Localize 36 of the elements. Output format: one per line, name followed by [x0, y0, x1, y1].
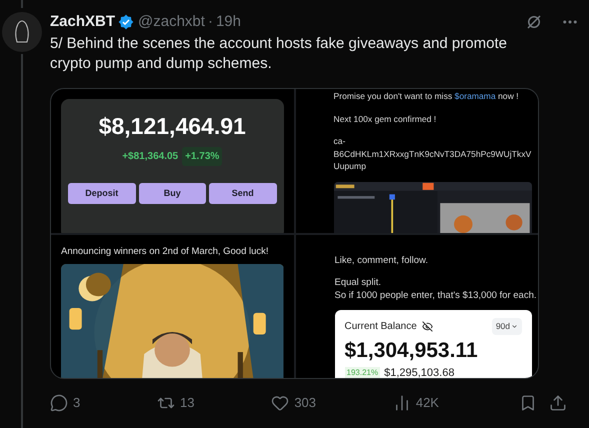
like-icon [271, 394, 290, 412]
post-text-line: ca- [334, 135, 346, 148]
repost-button[interactable]: 13 [157, 393, 195, 412]
reply-icon [50, 394, 68, 412]
chevron-down-icon [511, 322, 518, 330]
share-icon [549, 394, 567, 412]
post-text-line: Like, comment, follow. [334, 254, 429, 267]
share-button[interactable] [549, 394, 567, 412]
card-title: Current Balance [344, 320, 417, 334]
post-time[interactable]: 19h [216, 10, 241, 34]
bookmark-icon [519, 394, 537, 412]
reply-button[interactable]: 3 [50, 393, 80, 412]
verified-badge-icon [118, 14, 134, 30]
gain-amount: $1,295,103.68 [384, 366, 454, 378]
separator: · [208, 12, 213, 32]
caption: Announcing winners on 2nd of March, Good luck! [61, 246, 270, 258]
views-button[interactable]: 42K [392, 393, 439, 412]
hidden-eye-icon [422, 320, 433, 332]
post-text-line: B6CdHKLm1XRxxgTnK9cNvT3DA75hPc9WUjTkxV [334, 148, 532, 160]
period-selector: 90d [492, 318, 522, 335]
bookmark-button[interactable] [519, 394, 537, 412]
avatar[interactable] [2, 12, 42, 52]
post-text: 5/ Behind the scenes the account hosts fake giveaways and promote crypto pump and dump schemes. [50, 34, 508, 74]
wallet-balance: $8,121,464.91 [98, 112, 246, 141]
balance-change: +$81,364.05 [122, 150, 178, 164]
slashed-circle-icon[interactable] [525, 13, 543, 31]
post-text-line: Uupump [334, 160, 366, 172]
author-name[interactable]: ZachXBT [50, 10, 116, 34]
post-text-line: Next 100x gem confirmed ! [334, 112, 436, 125]
post-text-line: Equal split. [334, 277, 382, 290]
post-text-line: Promise you don't want to miss $oramama now ! [334, 90, 519, 102]
author-handle[interactable]: @zachxbt [138, 10, 205, 34]
like-button[interactable]: 303 [271, 393, 316, 412]
change-percent: +1.73% [182, 147, 222, 166]
current-balance: $1,304,953.11 [344, 338, 479, 364]
gain-percent: 193.21% [344, 367, 380, 378]
